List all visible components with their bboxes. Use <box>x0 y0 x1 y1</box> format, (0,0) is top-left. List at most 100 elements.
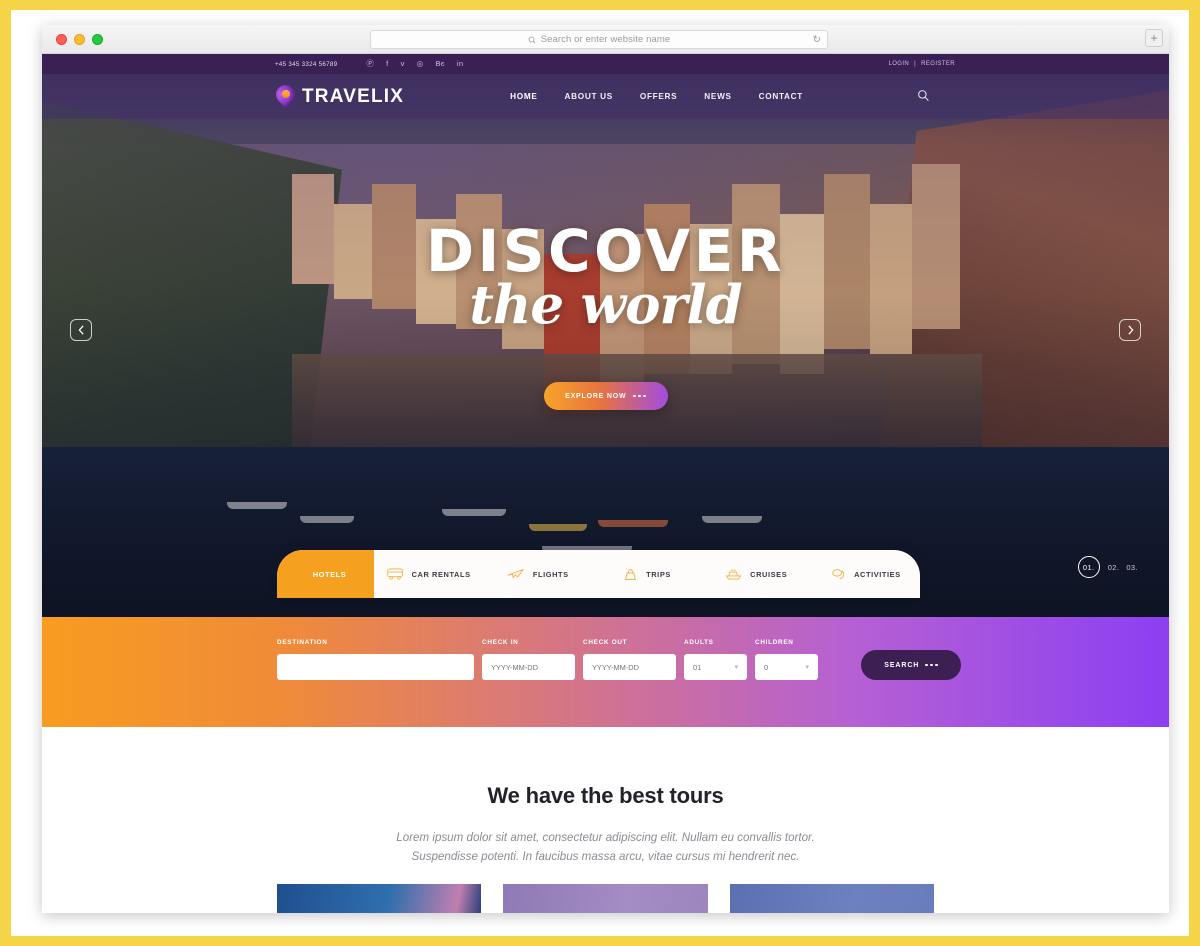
slider-next-button[interactable] <box>1119 319 1141 341</box>
dots-icon <box>925 663 938 667</box>
slide-indicator-current[interactable]: 01. <box>1077 556 1100 578</box>
booking-form: DESTINATION CHECK IN CHECK OUT ADUL <box>277 639 961 680</box>
check-in-input[interactable] <box>482 654 575 680</box>
chevron-left-icon <box>78 325 84 335</box>
brand-name: TRAVELIX <box>302 85 405 107</box>
header-search-icon[interactable] <box>917 89 930 105</box>
tour-card[interactable] <box>277 884 482 913</box>
hero-title: DISCOVER <box>426 217 785 285</box>
nav-item-home[interactable]: HOME <box>510 92 537 101</box>
login-link[interactable]: LOGIN <box>888 61 909 67</box>
new-tab-button[interactable]: + <box>1145 29 1163 47</box>
tours-subtext-line1: Lorem ipsum dolor sit amet, consectetur … <box>396 831 815 844</box>
dots-icon <box>633 394 646 398</box>
address-bar[interactable]: Search or enter website name ↻ <box>370 30 828 49</box>
check-in-label: CHECK IN <box>482 639 519 646</box>
main-nav: HOME ABOUT US OFFERS NEWS CONTACT <box>510 92 803 101</box>
slide-indicator-2[interactable]: 02. <box>1108 563 1120 572</box>
address-bar-placeholder: Search or enter website name <box>540 34 671 45</box>
plane-icon <box>507 568 525 580</box>
tab-cruises-label: CRUISES <box>750 569 788 579</box>
field-destination: DESTINATION <box>277 639 474 680</box>
check-out-input[interactable] <box>583 654 676 680</box>
outer-frame: Search or enter website name ↻ + +45 345… <box>0 0 1200 946</box>
adults-select[interactable]: 01 ▾ <box>684 654 747 680</box>
tab-trips-label: TRIPS <box>646 569 671 579</box>
nav-item-contact[interactable]: CONTACT <box>759 92 803 101</box>
tab-hotels[interactable]: HOTELS <box>277 550 374 598</box>
field-check-in: CHECK IN <box>482 639 575 680</box>
behance-icon[interactable]: Bє <box>435 60 444 68</box>
facebook-icon[interactable]: f <box>386 60 388 68</box>
tab-car-rentals-label: CAR RENTALS <box>411 569 471 579</box>
instagram-icon[interactable]: ◎ <box>417 60 424 68</box>
pinterest-icon[interactable]: Ⓟ <box>366 60 374 68</box>
destination-input[interactable] <box>277 654 474 680</box>
check-out-label: CHECK OUT <box>583 639 628 646</box>
nav-item-about-us[interactable]: ABOUT US <box>565 92 613 101</box>
booking-tabs: HOTELS CAR RENTALS FLIGHTS TRIPS CRUISES… <box>277 550 920 598</box>
auth-divider: | <box>914 61 917 67</box>
chevron-down-icon: ▾ <box>734 664 738 671</box>
tours-heading: We have the best tours <box>487 783 724 808</box>
booking-form-strip: DESTINATION CHECK IN CHECK OUT ADUL <box>42 617 1169 727</box>
ship-icon <box>725 568 742 580</box>
tab-car-rentals[interactable]: CAR RENTALS <box>374 550 483 598</box>
browser-window: Search or enter website name ↻ + +45 345… <box>42 25 1169 913</box>
hero-subtitle: the world <box>469 274 742 336</box>
auth-links: LOGIN | REGISTER <box>888 61 955 67</box>
explore-now-label: EXPLORE NOW <box>565 392 627 400</box>
register-link[interactable]: REGISTER <box>921 61 955 67</box>
field-check-out: CHECK OUT <box>583 639 676 680</box>
search-icon <box>528 36 536 44</box>
twitter-icon[interactable]: ᴠ <box>401 60 405 68</box>
tab-activities[interactable]: ACTIVITIES <box>811 550 920 598</box>
chevron-right-icon <box>1127 325 1133 335</box>
explore-now-button[interactable]: EXPLORE NOW <box>543 382 668 410</box>
tab-trips[interactable]: TRIPS <box>592 550 701 598</box>
reload-icon[interactable]: ↻ <box>813 34 821 45</box>
field-adults: ADULTS 01 ▾ <box>684 639 747 680</box>
tab-hotels-label: HOTELS <box>312 569 347 579</box>
tour-card[interactable] <box>503 884 708 913</box>
top-bar: +45 345 3324 56789 Ⓟ f ᴠ ◎ Bє in LOGIN | <box>42 54 1169 74</box>
children-value: 0 <box>764 662 769 672</box>
maximize-button[interactable] <box>92 33 103 45</box>
logo[interactable]: TRAVELIX <box>272 80 405 109</box>
slider-prev-button[interactable] <box>70 319 92 341</box>
bus-icon <box>386 568 404 580</box>
slide-indicator-3[interactable]: 03. <box>1126 563 1138 572</box>
field-children: CHILDREN 0 ▾ <box>755 639 818 680</box>
page-content: +45 345 3324 56789 Ⓟ f ᴠ ◎ Bє in LOGIN | <box>42 54 1169 913</box>
frame-inner: Search or enter website name ↻ + +45 345… <box>11 10 1189 936</box>
tour-cards <box>277 884 934 913</box>
nav-item-offers[interactable]: OFFERS <box>640 92 677 101</box>
browser-chrome: Search or enter website name ↻ + <box>42 25 1169 54</box>
phone-number: +45 345 3324 56789 <box>275 60 338 68</box>
search-submit-button[interactable]: SEARCH <box>861 650 961 680</box>
site-header: TRAVELIX HOME ABOUT US OFFERS NEWS CONTA… <box>42 74 1169 119</box>
linkedin-icon[interactable]: in <box>457 60 463 68</box>
hero-slider: +45 345 3324 56789 Ⓟ f ᴠ ◎ Bє in LOGIN | <box>42 54 1169 617</box>
snorkel-icon <box>830 568 846 581</box>
tab-cruises[interactable]: CRUISES <box>702 550 811 598</box>
slider-pagination: 01. 02. 03. <box>1077 556 1138 578</box>
tour-card[interactable] <box>729 884 934 913</box>
tab-activities-label: ACTIVITIES <box>854 569 901 579</box>
nav-item-news[interactable]: NEWS <box>704 92 731 101</box>
hero-content: DISCOVER the world EXPLORE NOW <box>42 222 1169 410</box>
tab-flights[interactable]: FLIGHTS <box>483 550 592 598</box>
chevron-down-icon: ▾ <box>805 664 809 671</box>
adults-value: 01 <box>693 662 702 672</box>
children-select[interactable]: 0 ▾ <box>755 654 818 680</box>
watermark: www.heritagechristiancollege.com <box>53 893 188 903</box>
close-button[interactable] <box>56 33 67 45</box>
trips-icon <box>623 568 638 581</box>
adults-label: ADULTS <box>684 639 714 646</box>
window-controls <box>56 33 103 45</box>
map-pin-icon <box>272 80 299 109</box>
destination-label: DESTINATION <box>277 639 328 646</box>
tours-section: We have the best tours Lorem ipsum dolor… <box>42 727 1169 913</box>
minimize-button[interactable] <box>74 33 85 45</box>
tab-flights-label: FLIGHTS <box>532 569 569 579</box>
